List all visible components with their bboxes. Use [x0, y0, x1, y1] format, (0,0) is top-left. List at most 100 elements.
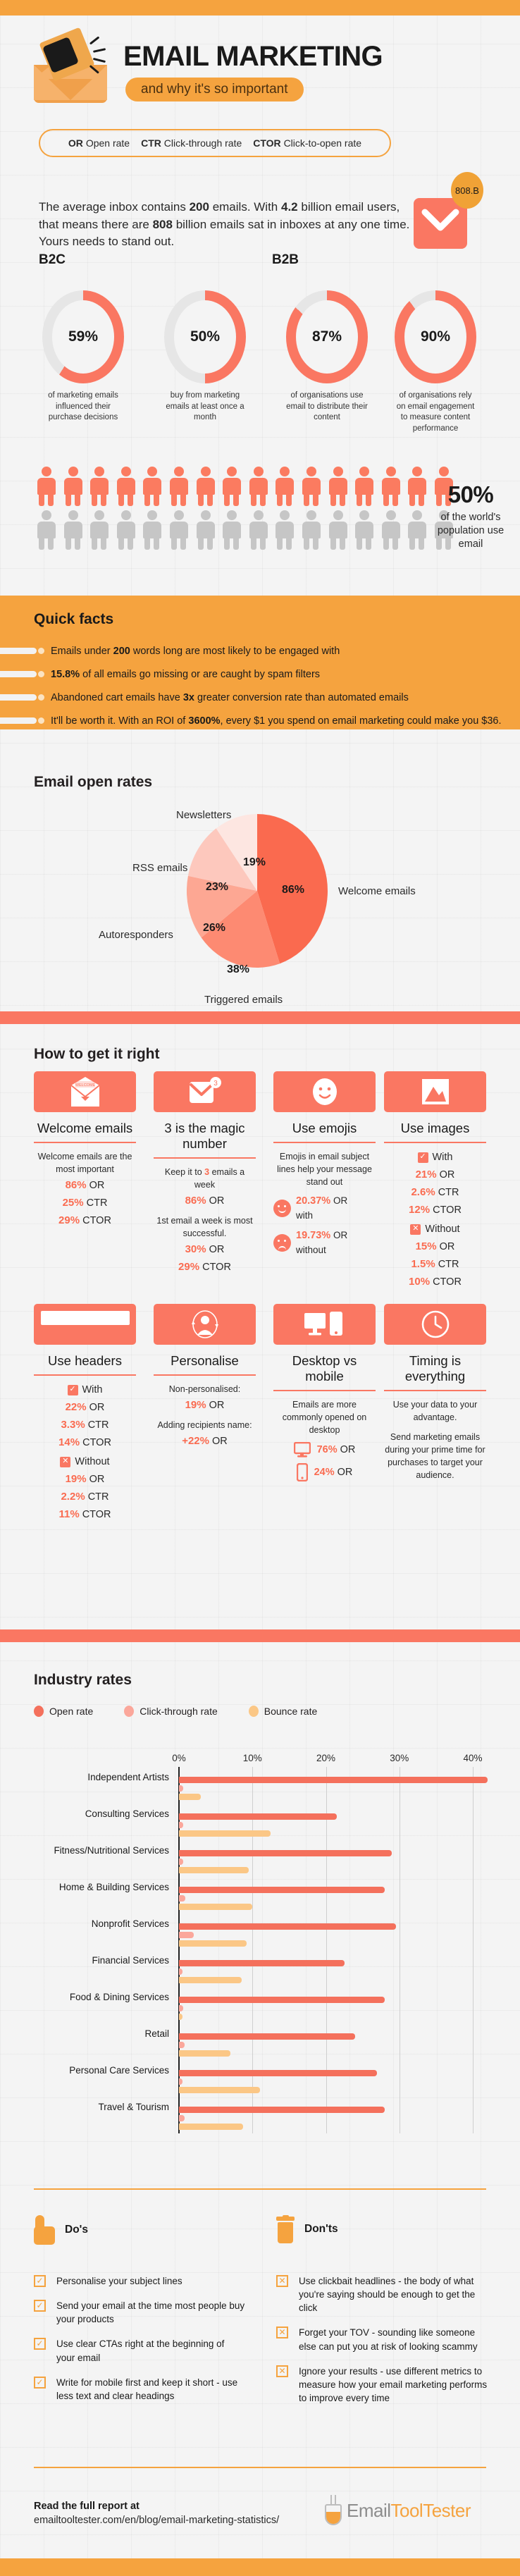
x-axis-tick: 30%	[390, 1753, 409, 1763]
bar-bounce-rate	[179, 2124, 243, 2130]
card-body: Use your data to your advantage. Send ma…	[385, 1399, 485, 1481]
bar-click-through-rate	[179, 2115, 185, 2121]
person-icon	[273, 467, 296, 506]
legend-swatch	[34, 1706, 44, 1717]
stat-ctor-2: 11% CTOR	[58, 1508, 111, 1520]
how-to-title: How to get it right	[34, 1046, 160, 1062]
bar-open-rate	[179, 1923, 396, 1930]
horizontal-bar-chart: 0% 10% 20% 30% 40% Independent Artists Consult…	[0, 1737, 520, 2160]
report-url[interactable]: emailtooltester.com/en/blog/email-market…	[34, 2515, 279, 2526]
dash-marker	[0, 648, 37, 654]
cross-icon: ✕	[60, 1456, 71, 1467]
pie-value-rss: 23%	[206, 881, 229, 893]
card-title: Personalise	[171, 1353, 239, 1368]
clock-icon	[384, 1304, 486, 1345]
category-label: Independent Artists	[87, 1772, 169, 1782]
brand-logo: EmailToolTester	[324, 2495, 471, 2526]
donut-ring: 90%	[395, 290, 476, 383]
donut-value: 59%	[52, 300, 114, 374]
person-icon	[141, 510, 163, 550]
bar-open-rate	[179, 1887, 385, 1893]
card-use-headers: Use headers ✓ With 22% OR 3.3% CTR 14% CT…	[34, 1304, 143, 1522]
megaphone-envelope-icon	[34, 27, 108, 103]
b2c-label: B2C	[39, 252, 66, 267]
quick-fact-text: Abandoned cart emails have 3x greater co…	[51, 692, 409, 703]
donut-2: 50% buy from marketing emails at least on…	[164, 290, 246, 421]
category-label: Personal Care Services	[69, 2065, 169, 2076]
category-label: Fitness/Nutritional Services	[54, 1845, 169, 1856]
stat-ctor-2: 10% CTOR	[409, 1275, 462, 1288]
card-use-emojis: Use emojis Emojis in email subject lines…	[273, 1071, 383, 1257]
email-open-rates-section: Email open rates Welcome emails Triggere…	[0, 747, 520, 1022]
check-icon: ✓	[34, 2275, 46, 2287]
bar-click-through-rate	[179, 1859, 184, 1865]
dos-donts-section: Do's Don'ts ✓ Personalise your subject li…	[0, 2188, 520, 2470]
person-circle-icon	[154, 1304, 256, 1345]
bar-click-through-rate	[179, 1932, 194, 1938]
stat-ctr: 2.6% CTR	[411, 1185, 459, 1198]
pie-label-autoresponders: Autoresponders	[99, 929, 173, 941]
dot-marker	[38, 694, 44, 701]
stat-or: 21% OR	[415, 1168, 455, 1181]
donut-value: 87%	[296, 300, 358, 374]
legend-item-ctor: CTOR Click-to-open rate	[253, 137, 362, 149]
x-axis-tick: 0%	[172, 1753, 186, 1763]
donut-4: 90% of organisations rely on email engage…	[395, 290, 476, 433]
cross-icon: ✕	[410, 1224, 421, 1235]
stat-ctr-2: 2.2% CTR	[61, 1490, 109, 1503]
group-with: ✓ With	[384, 1150, 486, 1165]
stat-ctor: 29% CTOR	[58, 1214, 111, 1227]
card-title: Use headers	[48, 1353, 122, 1368]
device-stat-mobile: 24% OR	[273, 1463, 376, 1482]
stat-ctor: 29% CTOR	[178, 1261, 231, 1274]
x-axis-tick: 10%	[242, 1753, 262, 1763]
welcome-envelope-icon: WELCOME	[34, 1071, 136, 1112]
metric-legend: OR Open rate CTR Click-through rate CTOR…	[39, 129, 391, 157]
dot-marker	[38, 717, 44, 724]
list-item-text: Write for mobile first and keep it short…	[56, 2377, 238, 2401]
population-stat: 50% of the world's population use email	[432, 481, 509, 551]
divider	[273, 1389, 376, 1391]
person-icon	[141, 467, 163, 506]
group-with: ✓ With	[34, 1383, 136, 1398]
stat-nonpersonalised-or: 19% OR	[185, 1398, 225, 1411]
person-icon	[115, 510, 137, 550]
list-item-text: Ignore your results - use different metr…	[299, 2365, 488, 2404]
person-icon	[273, 510, 296, 550]
card-title: Desktop vs mobile	[292, 1353, 357, 1383]
legend-swatch	[248, 1706, 259, 1717]
bar-chart-legend: Open rate Click-through rate Bounce rate	[34, 1706, 317, 1717]
bar-click-through-rate	[179, 2005, 184, 2011]
donut-ring: 59%	[42, 290, 124, 383]
dont-item: ✕ Use clickbait headlines - the body of w…	[276, 2274, 488, 2315]
person-icon	[88, 510, 111, 550]
card-body: Keep it to 3 emails a week 86% OR 1st em…	[154, 1166, 256, 1276]
dos-header: Do's	[34, 2215, 88, 2245]
pie-value-triggered: 38%	[227, 963, 250, 975]
bar-bounce-rate	[179, 2087, 260, 2093]
stat-or-2: 19% OR	[65, 1472, 105, 1485]
flask-icon	[324, 2495, 342, 2526]
group-without: ✕ Without	[384, 1222, 486, 1237]
pie-label-triggered: Triggered emails	[204, 994, 283, 1006]
gridline	[252, 1767, 254, 2133]
divider	[34, 1141, 136, 1143]
bar-chart-title: Industry rates	[34, 1672, 132, 1688]
person-icon	[406, 510, 428, 550]
stat-ctr: 3.3% CTR	[61, 1418, 109, 1431]
card-welcome-emails: WELCOME Welcome emails Welcome emails ar…	[34, 1071, 143, 1228]
check-icon: ✓	[417, 1152, 428, 1163]
dot-marker	[38, 671, 44, 677]
desktop-mobile-icon	[273, 1304, 376, 1345]
category-label: Consulting Services	[85, 1808, 169, 1819]
bar-click-through-rate	[179, 1785, 184, 1792]
mobile-icon	[296, 1463, 308, 1482]
donut-value: 50%	[174, 300, 236, 374]
person-icon	[194, 467, 217, 506]
bar-bounce-rate	[179, 1977, 242, 1983]
line-adding-name: Adding recipients name:	[157, 1419, 252, 1430]
bar-bounce-rate	[179, 1940, 247, 1947]
person-icon	[380, 510, 402, 550]
person-icon	[168, 467, 190, 506]
svg-text:3: 3	[213, 1080, 218, 1087]
